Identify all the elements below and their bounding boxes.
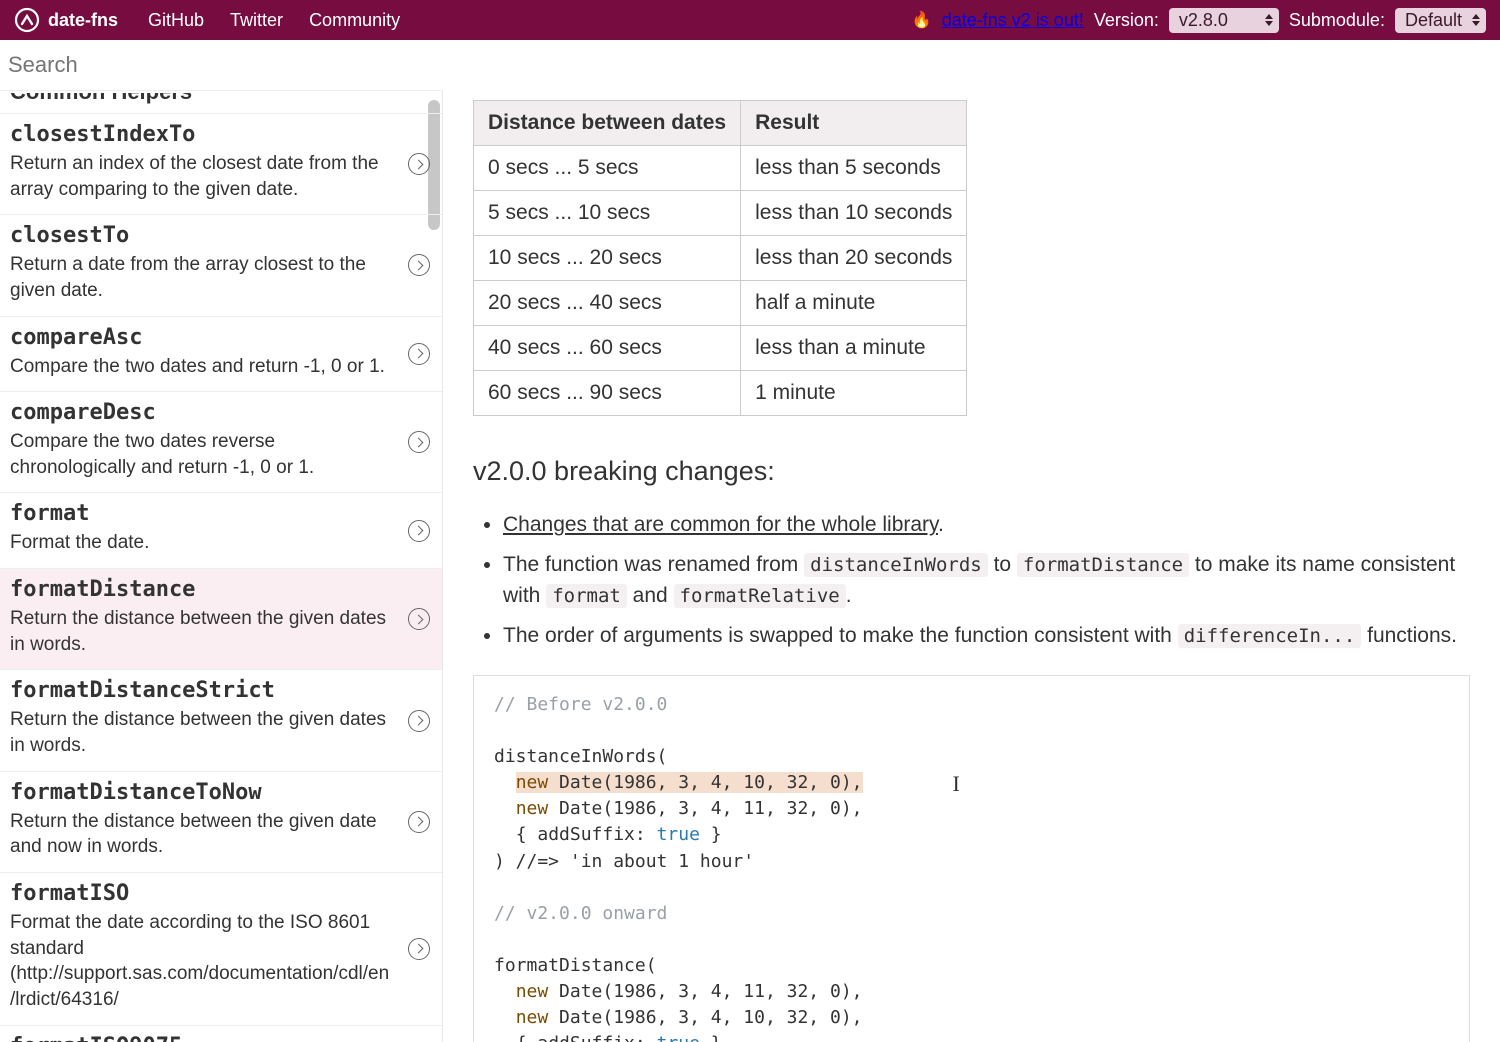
sidebar-item-closestTo[interactable]: closestTo Return a date from the array cl… [0,214,442,315]
table-row: 20 secs ... 40 secshalf a minute [474,281,967,326]
chevron-right-icon [408,153,430,175]
logo-icon [14,7,40,33]
version-value: v2.8.0 [1179,10,1228,31]
table-row: 5 secs ... 10 secsless than 10 seconds [474,191,967,236]
updown-icon [1472,14,1480,26]
sidebar-section-title: Common Helpers [0,93,442,113]
chevron-right-icon [408,254,430,276]
table-row: 60 secs ... 90 secs1 minute [474,371,967,416]
table-cell: less than a minute [741,326,967,371]
version-label: Version: [1094,10,1159,31]
chevron-right-icon [408,608,430,630]
nav-community[interactable]: Community [309,10,400,31]
th-result: Result [741,101,967,146]
sidebar-item-title: closestIndexTo [10,122,432,147]
submodule-select[interactable]: Default [1395,8,1486,33]
code-inline: distanceInWords [804,553,988,577]
common-changes-link[interactable]: Changes that are common for the whole li… [503,513,938,536]
sidebar-item-desc: Format the date. [10,530,432,556]
nav-links: GitHub Twitter Community [148,10,400,31]
text-cursor-icon: I [863,770,885,796]
main-content[interactable]: Distance between dates Result 0 secs ...… [443,40,1500,1042]
chevron-right-icon [408,520,430,542]
sidebar-item-formatISO9075[interactable]: formatISO9075Format the date according t… [0,1025,442,1042]
sidebar-item-title: compareDesc [10,400,432,425]
table-cell: half a minute [741,281,967,326]
submodule-label: Submodule: [1289,10,1385,31]
distance-table: Distance between dates Result 0 secs ...… [473,100,967,416]
chevron-right-icon [408,343,430,365]
code-inline: formatRelative [674,584,846,608]
table-cell: 40 secs ... 60 secs [474,326,741,371]
search-input[interactable] [0,40,443,90]
sidebar-item-closestIndexTo[interactable]: closestIndexTo Return an index of the clo… [0,113,442,214]
code-block[interactable]: // Before v2.0.0 distanceInWords( new Da… [473,675,1470,1042]
header-right: 🔥 date-fns v2 is out! Version: v2.8.0 Su… [912,8,1486,33]
table-cell: 5 secs ... 10 secs [474,191,741,236]
sidebar-item-desc: Return the distance between the given da… [10,707,432,758]
sidebar-item-title: format [10,501,432,526]
sidebar-item-formatDistance[interactable]: formatDistance Return the distance betwee… [0,568,442,669]
list-item: The order of arguments is swapped to mak… [503,620,1470,652]
updown-icon [1265,14,1273,26]
sidebar-item-formatISO[interactable]: formatISO Format the date according to th… [0,872,442,1025]
chevron-right-icon [408,431,430,453]
list-item: Changes that are common for the whole li… [503,509,1470,541]
sidebar: Common Helpers closestIndexTo Return an i… [0,40,443,1042]
nav-github[interactable]: GitHub [148,10,204,31]
nav-twitter[interactable]: Twitter [230,10,283,31]
th-distance: Distance between dates [474,101,741,146]
sidebar-item-title: compareAsc [10,325,432,350]
sidebar-item-compareAsc[interactable]: compareAsc Compare the two dates and retu… [0,316,442,392]
list-item: The function was renamed from distanceIn… [503,549,1470,612]
code-inline: formatDistance [1017,553,1189,577]
table-row: 10 secs ... 20 secsless than 20 seconds [474,236,967,281]
table-row: 0 secs ... 5 secsless than 5 seconds [474,146,967,191]
sidebar-item-desc: Return an index of the closest date from… [10,151,432,202]
breaking-changes-list: Changes that are common for the whole li… [473,509,1470,651]
sidebar-item-desc: Return a date from the array closest to … [10,252,432,303]
table-cell: 20 secs ... 40 secs [474,281,741,326]
table-cell: less than 5 seconds [741,146,967,191]
table-cell: 0 secs ... 5 secs [474,146,741,191]
table-cell: 10 secs ... 20 secs [474,236,741,281]
table-cell: less than 20 seconds [741,236,967,281]
sidebar-item-formatDistanceToNow[interactable]: formatDistanceToNow Return the distance b… [0,771,442,872]
v2-banner-link[interactable]: date-fns v2 is out! [942,10,1084,31]
brand[interactable]: date-fns [14,7,118,33]
table-cell: 60 secs ... 90 secs [474,371,741,416]
fire-icon: 🔥 [912,10,932,30]
sidebar-item-title: formatDistanceToNow [10,780,432,805]
version-select[interactable]: v2.8.0 [1169,8,1279,33]
table-row: 40 secs ... 60 secsless than a minute [474,326,967,371]
code-inline: format [546,584,627,608]
sidebar-item-desc: Return the distance between the given da… [10,606,432,657]
breaking-changes-heading: v2.0.0 breaking changes: [473,456,1470,487]
app-header: date-fns GitHub Twitter Community 🔥 date… [0,0,1500,40]
sidebar-item-desc: Format the date according to the ISO 860… [10,910,432,1013]
sidebar-item-title: formatDistance [10,577,432,602]
sidebar-item-title: formatISO9075 [10,1034,432,1042]
table-cell: less than 10 seconds [741,191,967,236]
chevron-right-icon [408,938,430,960]
sidebar-item-compareDesc[interactable]: compareDesc Compare the two dates reverse… [0,391,442,492]
sidebar-item-desc: Return the distance between the given da… [10,809,432,860]
sidebar-item-desc: Compare the two dates reverse chronologi… [10,429,432,480]
brand-text: date-fns [48,10,118,31]
search-bar [0,40,443,91]
submodule-value: Default [1405,10,1462,31]
chevron-right-icon [408,710,430,732]
sidebar-item-title: closestTo [10,223,432,248]
sidebar-item-desc: Compare the two dates and return -1, 0 o… [10,354,432,380]
sidebar-item-formatDistanceStrict[interactable]: formatDistanceStrict Return the distance … [0,669,442,770]
layout: Common Helpers closestIndexTo Return an i… [0,40,1500,1042]
chevron-right-icon [408,811,430,833]
sidebar-item-title: formatISO [10,881,432,906]
sidebar-item-title: formatDistanceStrict [10,678,432,703]
sidebar-item-format[interactable]: format Format the date. [0,492,442,568]
code-inline: differenceIn... [1178,624,1362,648]
table-cell: 1 minute [741,371,967,416]
